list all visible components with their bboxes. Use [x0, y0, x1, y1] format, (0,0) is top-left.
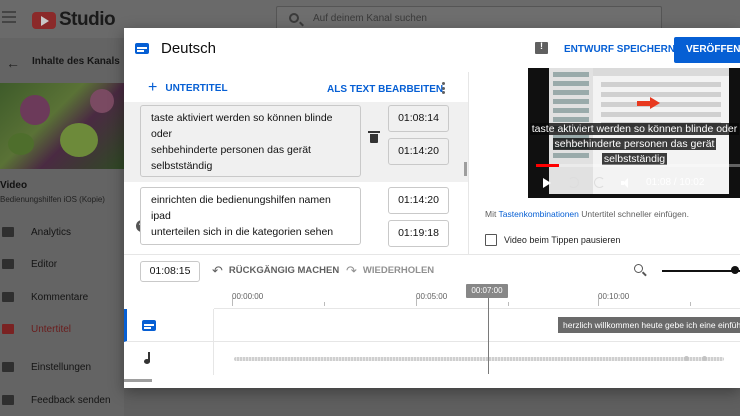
- playhead-time[interactable]: 00:07:00: [466, 284, 508, 298]
- sidebar-item-feedback[interactable]: Feedback senden: [0, 388, 124, 412]
- add-subtitle-button[interactable]: + UNTERTITEL: [148, 79, 228, 96]
- menu-icon[interactable]: [2, 11, 16, 25]
- search-icon: [289, 13, 299, 23]
- cue-row: einrichten die bedienungshilfen namen ip…: [124, 182, 468, 254]
- youtube-logo-icon: [32, 11, 56, 29]
- pause-label: Video beim Tippen pausieren: [504, 235, 621, 245]
- cue-text-field[interactable]: einrichten die bedienungshilfen namen ip…: [140, 187, 361, 245]
- studio-sidebar: ← Inhalte des Kanals Video Bedienungshil…: [0, 38, 124, 416]
- undo-icon: ↶: [212, 262, 223, 278]
- gear-icon: [2, 362, 14, 372]
- studio-logo[interactable]: Studio: [32, 9, 116, 31]
- video-subtitle: Bedienungshilfen iOS (Kopie): [0, 195, 105, 204]
- cue-start-time[interactable]: 01:14:20: [388, 187, 449, 214]
- tick-label: 00:05:00: [416, 292, 448, 301]
- search-placeholder: Auf deinem Kanal suchen: [313, 13, 427, 24]
- shortcuts-link[interactable]: Tastenkombinationen: [499, 209, 579, 219]
- cue-row: taste aktiviert werden so können blinde …: [124, 102, 468, 182]
- comments-icon: [2, 292, 14, 302]
- redo-icon: ↷: [346, 262, 357, 278]
- video-player[interactable]: taste aktiviert werden so können blinde …: [528, 68, 740, 198]
- sidebar-item-settings[interactable]: Einstellungen: [0, 355, 124, 379]
- sidebar-item-analytics[interactable]: Analytics: [0, 220, 124, 244]
- play-icon[interactable]: [543, 178, 551, 188]
- subtitle-track[interactable]: herzlich willkommen heute gebe ich eine …: [214, 309, 740, 342]
- rewind-icon[interactable]: [568, 177, 579, 188]
- cue-end-time[interactable]: 01:14:20: [388, 138, 449, 165]
- audio-track-label: [124, 342, 214, 375]
- subtitle-track-label[interactable]: [124, 309, 214, 342]
- caption-line-2: sehbehinderte personen das gerät: [552, 138, 717, 150]
- publish-button[interactable]: VERÖFFENTLICHEN: [674, 37, 740, 63]
- subtitle-editor-panel: + UNTERTITEL ALS TEXT BEARBEITEN taste a…: [124, 72, 468, 254]
- timeline: 00:00:00 00:05:00 00:10:00 herzlich will…: [124, 284, 740, 388]
- undo-button[interactable]: ↶ RÜCKGÄNGIG MACHEN: [212, 262, 339, 278]
- playhead[interactable]: [488, 298, 489, 374]
- feedback-icon: [2, 395, 14, 405]
- add-subtitle-label: UNTERTITEL: [165, 82, 228, 94]
- edit-as-text-button[interactable]: ALS TEXT BEARBEITEN: [327, 84, 443, 95]
- cue-text-field[interactable]: taste aktiviert werden so können blinde …: [140, 105, 361, 177]
- sidebar-item-subtitles[interactable]: Untertitel: [0, 317, 124, 341]
- redo-button[interactable]: ↷ WIEDERHOLEN: [346, 262, 434, 278]
- studio-logo-text: Studio: [59, 9, 116, 30]
- subtitles-icon: [2, 324, 14, 334]
- tick-label: 00:00:00: [232, 292, 264, 301]
- zoom-slider-thumb[interactable]: [731, 266, 739, 274]
- cue-list-scrollbar[interactable]: [464, 162, 467, 176]
- more-options-icon[interactable]: [442, 82, 446, 96]
- video-progress-bar[interactable]: [536, 164, 740, 167]
- save-draft-button[interactable]: ENTWURF SPEICHERN: [554, 38, 685, 62]
- timeline-scrollbar[interactable]: [124, 379, 152, 382]
- red-arrow-icon: [637, 97, 660, 109]
- video-progress-fill: [536, 164, 559, 167]
- sidebar-item-comments[interactable]: Kommentare: [0, 285, 124, 309]
- dialog-title: Deutsch: [161, 40, 217, 57]
- track-labels: [124, 309, 214, 375]
- music-note-icon: [144, 352, 154, 364]
- tick-label: 00:10:00: [598, 292, 630, 301]
- video-preview-panel: taste aktiviert werden so können blinde …: [468, 68, 740, 254]
- zoom-icon: [634, 264, 643, 273]
- sidebar-item-editor[interactable]: Editor: [0, 252, 124, 276]
- subtitles-icon: [142, 320, 156, 331]
- delete-cue-icon[interactable]: [368, 131, 380, 143]
- editor-icon: [2, 259, 14, 269]
- cue-start-time[interactable]: 01:08:14: [388, 105, 449, 132]
- video-thumbnail[interactable]: [0, 83, 124, 169]
- caption-line-1: taste aktiviert werden so können blinde …: [529, 123, 740, 135]
- shortcut-note: Mit Tastenkombinationen Untertitel schne…: [485, 209, 689, 219]
- volume-icon[interactable]: [621, 178, 631, 188]
- subtitle-editor-dialog: Deutsch ENTWURF SPEICHERN VERÖFFENTLICHE…: [124, 28, 740, 388]
- zoom-slider[interactable]: [662, 270, 740, 272]
- pause-checkbox[interactable]: [485, 234, 497, 246]
- dialog-header: Deutsch ENTWURF SPEICHERN VERÖFFENTLICHE…: [124, 28, 740, 72]
- pause-while-typing[interactable]: Video beim Tippen pausieren: [485, 234, 620, 246]
- studio-content-area: [124, 388, 740, 416]
- back-arrow-icon[interactable]: ←: [6, 55, 20, 71]
- plus-icon: +: [148, 79, 158, 96]
- audio-waveform: [214, 342, 740, 375]
- cue-end-time[interactable]: 01:19:18: [388, 220, 449, 247]
- video-heading: Video: [0, 180, 28, 191]
- timeline-toolbar: 01:08:15 ↶ RÜCKGÄNGIG MACHEN ↷ WIEDERHOL…: [124, 254, 740, 284]
- time-display: 01:08 / 10:02: [646, 177, 705, 188]
- forward-icon[interactable]: [594, 177, 605, 188]
- analytics-icon: [2, 227, 14, 237]
- timeline-cue[interactable]: herzlich willkommen heute gebe ich eine …: [558, 317, 740, 333]
- feedback-icon[interactable]: [535, 41, 548, 54]
- subtitles-icon: [135, 43, 149, 54]
- channel-content-link[interactable]: Inhalte des Kanals: [32, 56, 120, 67]
- current-time-input[interactable]: 01:08:15: [140, 261, 200, 282]
- player-controls: 01:08 / 10:02: [528, 174, 740, 194]
